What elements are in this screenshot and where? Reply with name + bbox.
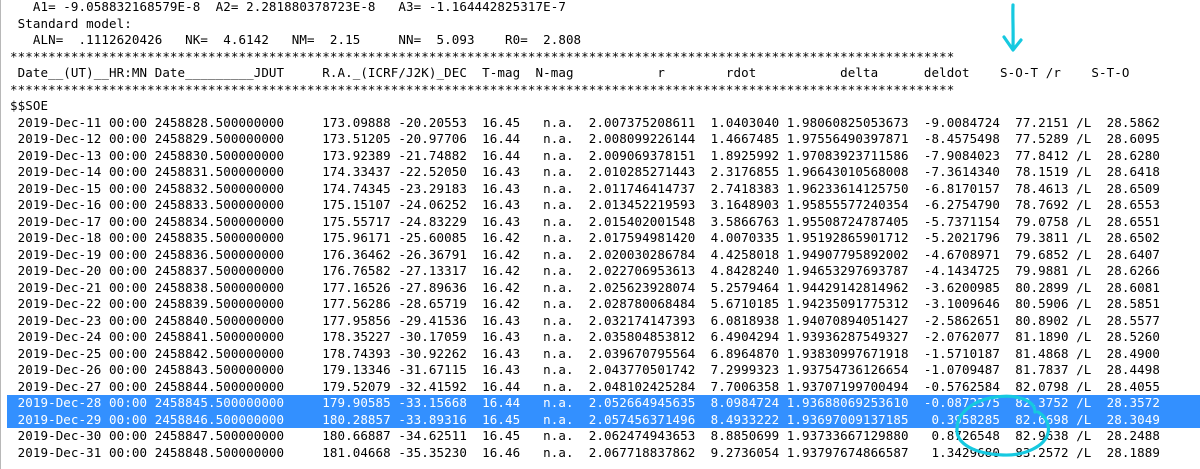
soe-marker: $$SOE xyxy=(10,98,49,113)
table-row[interactable]: 2019-Dec-27 00:00 2458844.500000000 179.… xyxy=(10,379,1200,396)
column-header-line: Date__(UT)__HR:MN Date_________JDUT R.A.… xyxy=(10,65,1130,80)
table-row[interactable]: 2019-Dec-29 00:00 2458846.500000000 180.… xyxy=(7,411,1200,428)
table-row[interactable]: 2019-Dec-15 00:00 2458832.500000000 174.… xyxy=(10,181,1200,198)
model-parameters-line: ALN= .1112620426 NK= 4.6142 NM= 2.15 NN=… xyxy=(10,32,582,47)
table-row[interactable]: 2019-Dec-25 00:00 2458842.500000000 178.… xyxy=(10,346,1200,363)
ephemeris-text-view[interactable]: A1= -9.058832168579E-8 A2= 2.28188037872… xyxy=(0,0,1200,469)
table-row[interactable]: 2019-Dec-21 00:00 2458838.500000000 177.… xyxy=(10,280,1200,297)
table-row[interactable]: 2019-Dec-31 00:00 2458848.500000000 181.… xyxy=(10,445,1200,462)
table-row[interactable]: 2019-Dec-11 00:00 2458828.500000000 173.… xyxy=(10,115,1200,132)
table-row[interactable]: 2019-Dec-24 00:00 2458841.500000000 178.… xyxy=(10,329,1200,346)
model-label: Standard model: xyxy=(10,15,132,31)
table-row[interactable]: 2019-Dec-26 00:00 2458843.500000000 179.… xyxy=(10,362,1200,379)
table-row[interactable]: 2019-Dec-17 00:00 2458834.500000000 175.… xyxy=(10,214,1200,231)
separator-line: ****************************************… xyxy=(10,81,955,97)
table-row[interactable]: 2019-Dec-14 00:00 2458831.500000000 174.… xyxy=(10,164,1200,181)
ephemeris-output-text[interactable]: A1= -9.058832168579E-8 A2= 2.28188037872… xyxy=(7,0,1200,462)
table-row[interactable]: 2019-Dec-19 00:00 2458836.500000000 176.… xyxy=(10,247,1200,264)
table-row[interactable]: 2019-Dec-20 00:00 2458837.500000000 176.… xyxy=(10,263,1200,280)
separator-line: ****************************************… xyxy=(10,48,955,64)
table-row[interactable]: 2019-Dec-12 00:00 2458829.500000000 173.… xyxy=(10,131,1200,148)
ephemeris-rows: 2019-Dec-11 00:00 2458828.500000000 173.… xyxy=(7,115,1200,462)
table-row[interactable]: 2019-Dec-13 00:00 2458830.500000000 173.… xyxy=(10,148,1200,165)
table-row[interactable]: 2019-Dec-18 00:00 2458835.500000000 175.… xyxy=(10,230,1200,247)
table-row[interactable]: 2019-Dec-22 00:00 2458839.500000000 177.… xyxy=(10,296,1200,313)
table-row[interactable]: 2019-Dec-23 00:00 2458840.500000000 177.… xyxy=(10,313,1200,330)
table-row[interactable]: 2019-Dec-28 00:00 2458845.500000000 179.… xyxy=(7,395,1200,412)
table-row[interactable]: 2019-Dec-16 00:00 2458833.500000000 175.… xyxy=(10,197,1200,214)
table-row[interactable]: 2019-Dec-30 00:00 2458847.500000000 180.… xyxy=(10,428,1200,445)
coefficient-line: A1= -9.058832168579E-8 A2= 2.28188037872… xyxy=(10,0,566,14)
